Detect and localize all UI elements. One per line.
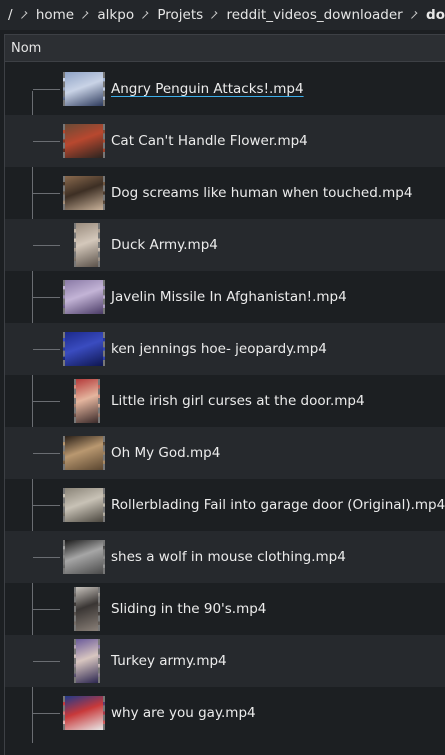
tree-connector xyxy=(33,609,60,610)
video-thumbnail-icon xyxy=(63,488,105,522)
breadcrumb-separator-icon xyxy=(19,11,28,19)
tree-connector xyxy=(33,193,60,194)
file-name: Oh My God.mp4 xyxy=(111,445,221,461)
video-thumbnail-icon xyxy=(74,223,100,267)
breadcrumb-home[interactable]: home xyxy=(36,7,74,23)
file-row[interactable]: ken jennings hoe- jeopardy.mp4 xyxy=(5,323,445,375)
video-thumbnail-icon xyxy=(63,332,105,366)
breadcrumb-projets[interactable]: Projets xyxy=(157,7,203,23)
breadcrumb-root[interactable]: / xyxy=(8,7,13,23)
file-name: why are you gay.mp4 xyxy=(111,705,256,721)
file-list-view[interactable]: Nom Angry Penguin Attacks!.mp4 Cat Can't … xyxy=(4,34,445,755)
video-thumbnail-icon xyxy=(63,436,105,470)
video-thumbnail-icon xyxy=(63,124,105,158)
file-name: Dog screams like human when touched.mp4 xyxy=(111,185,413,201)
tree-connector xyxy=(33,401,60,402)
tree-connector xyxy=(33,245,60,246)
video-thumbnail-icon xyxy=(63,540,105,574)
tree-connector xyxy=(33,453,60,454)
file-name: Cat Can't Handle Flower.mp4 xyxy=(111,133,308,149)
file-name: Little irish girl curses at the door.mp4 xyxy=(111,393,365,409)
tree-connector xyxy=(33,505,60,506)
video-thumbnail-icon xyxy=(63,72,105,106)
video-thumbnail-icon xyxy=(63,696,105,730)
file-row[interactable]: Sliding in the 90's.mp4 xyxy=(5,583,445,635)
tree-connector xyxy=(33,141,60,142)
file-name: ken jennings hoe- jeopardy.mp4 xyxy=(111,341,327,357)
breadcrumb-separator-icon xyxy=(140,11,149,19)
tree-connector xyxy=(33,661,60,662)
file-row[interactable]: shes a wolf in mouse clothing.mp4 xyxy=(5,531,445,583)
file-name: Turkey army.mp4 xyxy=(111,653,227,669)
file-row[interactable]: Rollerblading Fail into garage door (Ori… xyxy=(5,479,445,531)
file-name: Sliding in the 90's.mp4 xyxy=(111,601,267,617)
tree-connector xyxy=(33,713,60,714)
breadcrumb-separator-icon xyxy=(409,11,418,19)
video-thumbnail-icon xyxy=(63,280,105,314)
breadcrumb: / home alkpo Projets reddit_videos_downl… xyxy=(0,0,445,30)
breadcrumb-alkpo[interactable]: alkpo xyxy=(97,7,134,23)
video-thumbnail-icon xyxy=(63,176,105,210)
file-name: Angry Penguin Attacks!.mp4 xyxy=(111,81,304,97)
file-row[interactable]: Dog screams like human when touched.mp4 xyxy=(5,167,445,219)
file-row[interactable]: Javelin Missile In Afghanistan!.mp4 xyxy=(5,271,445,323)
file-name: Javelin Missile In Afghanistan!.mp4 xyxy=(111,289,347,305)
file-row[interactable]: Angry Penguin Attacks!.mp4 xyxy=(5,63,445,115)
file-row[interactable]: Oh My God.mp4 xyxy=(5,427,445,479)
column-header: Nom xyxy=(5,35,445,62)
file-name: Rollerblading Fail into garage door (Ori… xyxy=(111,497,445,513)
tree-connector xyxy=(33,349,60,350)
file-row[interactable]: Duck Army.mp4 xyxy=(5,219,445,271)
tree-connector xyxy=(33,89,60,90)
file-rows: Angry Penguin Attacks!.mp4 Cat Can't Hand… xyxy=(5,63,445,743)
breadcrumb-separator-icon xyxy=(209,11,218,19)
file-row[interactable]: Little irish girl curses at the door.mp4 xyxy=(5,375,445,427)
file-row[interactable]: why are you gay.mp4 xyxy=(5,687,445,739)
video-thumbnail-icon xyxy=(74,587,100,631)
tree-connector xyxy=(33,557,60,558)
tree-connector xyxy=(33,297,60,298)
file-row[interactable]: Turkey army.mp4 xyxy=(5,635,445,687)
file-name: Duck Army.mp4 xyxy=(111,237,218,253)
video-thumbnail-icon xyxy=(74,639,100,683)
breadcrumb-current[interactable]: do xyxy=(426,7,445,23)
file-name: shes a wolf in mouse clothing.mp4 xyxy=(111,549,346,565)
video-thumbnail-icon xyxy=(74,379,100,423)
breadcrumb-reddit-videos-downloader[interactable]: reddit_videos_downloader xyxy=(226,7,402,23)
file-row[interactable]: Cat Can't Handle Flower.mp4 xyxy=(5,115,445,167)
breadcrumb-separator-icon xyxy=(80,11,89,19)
column-header-name[interactable]: Nom xyxy=(5,41,41,56)
